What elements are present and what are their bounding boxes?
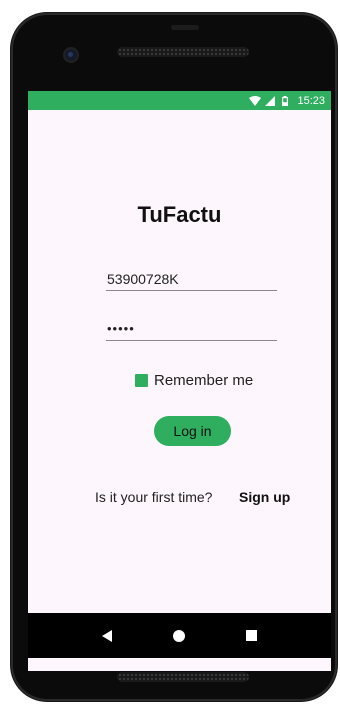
- bottom-speaker: [117, 672, 249, 682]
- app-title: TuFactu: [137, 202, 222, 227]
- phone-frame: 15:23 TuFactu 53900728K ••••• Remember m…: [11, 13, 337, 701]
- status-bar: 15:23: [28, 91, 331, 110]
- first-time-text: Is it your first time?: [95, 489, 213, 505]
- navigation-bar: [28, 613, 331, 658]
- bezel-notch: [171, 25, 199, 30]
- login-button[interactable]: Log in: [154, 416, 231, 446]
- username-field[interactable]: 53900728K: [106, 271, 277, 291]
- remember-me-label: Remember me: [154, 372, 254, 389]
- wifi-icon: [249, 95, 262, 106]
- signup-link[interactable]: Sign up: [239, 489, 290, 505]
- home-icon[interactable]: [172, 629, 185, 642]
- back-icon[interactable]: [102, 629, 113, 642]
- remember-me-option[interactable]: Remember me: [135, 372, 253, 389]
- signal-icon: [265, 95, 276, 106]
- recents-icon[interactable]: [245, 630, 257, 641]
- password-field[interactable]: •••••: [106, 321, 277, 341]
- status-time: 15:23: [297, 94, 325, 107]
- screen: 15:23 TuFactu 53900728K ••••• Remember m…: [28, 91, 331, 671]
- remember-me-checkbox[interactable]: [135, 374, 148, 387]
- earpiece-speaker: [117, 47, 249, 57]
- battery-icon: [282, 95, 289, 106]
- camera-icon: [65, 49, 77, 61]
